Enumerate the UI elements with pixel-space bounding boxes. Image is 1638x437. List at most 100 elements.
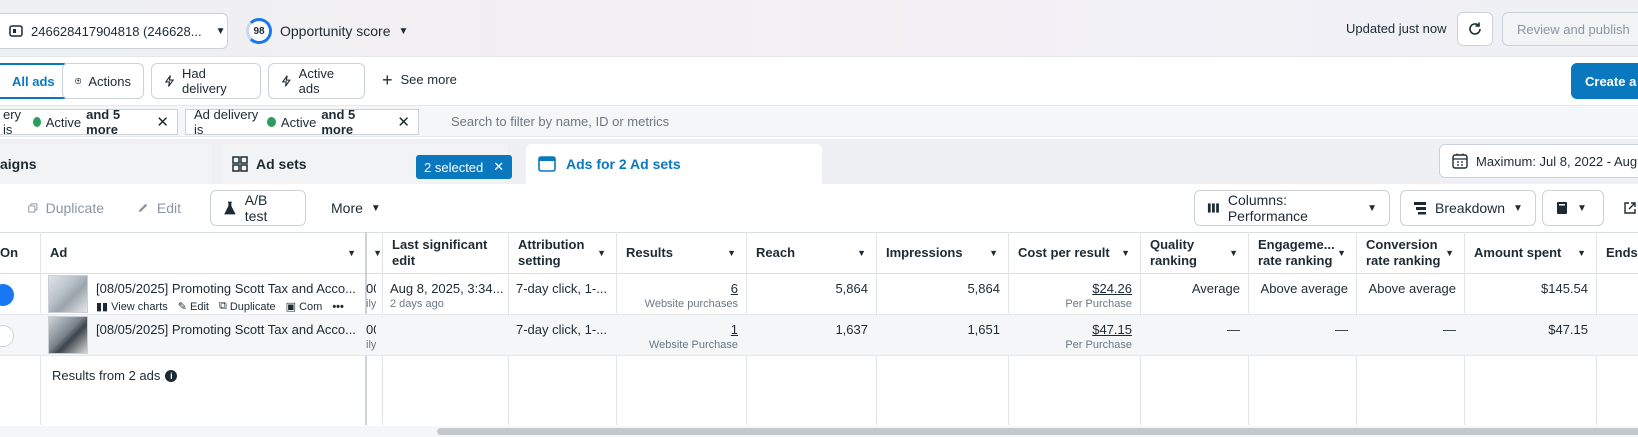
columns-button[interactable]: Columns: Performance ▼ bbox=[1194, 190, 1390, 226]
export-icon bbox=[1624, 202, 1636, 214]
active-ads-label: Active ads bbox=[298, 66, 335, 96]
create-button[interactable]: Create a bbox=[1571, 63, 1638, 99]
row-duplicate-link[interactable]: ⧉ Duplicate bbox=[219, 300, 276, 313]
ad-thumbnail[interactable] bbox=[48, 316, 88, 354]
conversion-value: — bbox=[1443, 322, 1456, 337]
see-more-button[interactable]: + See more bbox=[382, 71, 457, 89]
tab-campaigns-label: aigns bbox=[0, 156, 37, 172]
filter-chip[interactable]: ery is Active and 5 more ✕ bbox=[0, 107, 178, 137]
amount-spent-value: $145.54 bbox=[1541, 281, 1588, 296]
ad-name[interactable]: [08/05/2025] Promoting Scott Tax and Acc… bbox=[96, 281, 356, 296]
tab-ads[interactable]: Ads for 2 Ad sets bbox=[526, 144, 822, 184]
tab-campaigns[interactable]: aigns bbox=[0, 144, 212, 184]
reports-icon bbox=[1557, 202, 1567, 214]
table-row[interactable]: [08/05/2025] Promoting Scott Tax and Acc… bbox=[0, 315, 1638, 356]
col-header-results[interactable]: Results ▼ bbox=[616, 232, 746, 274]
export-button[interactable] bbox=[1610, 190, 1638, 226]
edit-button[interactable]: Edit bbox=[124, 190, 194, 226]
had-delivery-button[interactable]: Had delivery bbox=[151, 63, 261, 99]
tab-ads-label: Ads for 2 Ad sets bbox=[566, 156, 681, 172]
col-header-ad[interactable]: Ad ▼ bbox=[40, 232, 366, 274]
search-input[interactable]: Search to filter by name, ID or metrics bbox=[451, 114, 669, 129]
chevron-down-icon: ▼ bbox=[1445, 248, 1454, 258]
col-header-conversion[interactable]: Conversion rate ranking ▼ bbox=[1356, 232, 1464, 274]
close-icon[interactable]: ✕ bbox=[493, 159, 504, 175]
col-header-cost[interactable]: Cost per result ▼ bbox=[1008, 232, 1140, 274]
col-header-reach[interactable]: Reach ▼ bbox=[746, 232, 876, 274]
col-ad-label: Ad bbox=[50, 245, 68, 260]
attribution-value: 7-day click, 1-... bbox=[516, 322, 608, 337]
review-publish-button[interactable]: Review and publish bbox=[1502, 12, 1638, 46]
refresh-button[interactable] bbox=[1457, 12, 1493, 46]
col-header-attribution[interactable]: Attribution setting ▼ bbox=[508, 232, 616, 274]
account-name: 246628417904818 (246628... bbox=[31, 23, 202, 39]
date-range-picker[interactable]: Maximum: Jul 8, 2022 - Aug bbox=[1439, 144, 1638, 178]
more-icon[interactable]: ••• bbox=[332, 300, 344, 313]
col-header-quality[interactable]: Quality ranking ▼ bbox=[1140, 232, 1248, 274]
ad-toggle-on[interactable] bbox=[0, 284, 14, 306]
impressions-value: 1,651 bbox=[967, 322, 1000, 337]
all-ads-button[interactable]: All ads bbox=[0, 63, 69, 99]
account-selector[interactable]: 246628417904818 (246628... ▼ bbox=[0, 13, 228, 49]
more-label: More bbox=[331, 200, 363, 216]
col-results-label: Results bbox=[626, 245, 673, 260]
compare-label: Com bbox=[299, 300, 323, 313]
opportunity-label: Opportunity score bbox=[280, 23, 391, 39]
chip-value: Active bbox=[280, 114, 317, 130]
reports-button[interactable]: ▼ bbox=[1542, 190, 1604, 226]
columns-icon bbox=[1207, 203, 1219, 213]
refresh-icon bbox=[1469, 22, 1481, 35]
cost-value[interactable]: $47.15 bbox=[1008, 322, 1132, 337]
filter-chip[interactable]: Ad delivery is Active and 5 more ✕ bbox=[185, 107, 419, 137]
ad-name[interactable]: [08/05/2025] Promoting Scott Tax and Acc… bbox=[96, 322, 356, 337]
col-header-amount-spent[interactable]: Amount spent ▼ bbox=[1464, 232, 1596, 274]
col-header-engagement[interactable]: Engageme... rate ranking ▼ bbox=[1248, 232, 1356, 274]
col-conversion-label: Conversion rate ranking bbox=[1366, 237, 1441, 268]
ad-toggle-off[interactable] bbox=[0, 325, 14, 347]
cost-value[interactable]: $24.26 bbox=[1008, 281, 1132, 296]
chevron-down-icon: ▼ bbox=[398, 25, 409, 37]
budget-value: 00 bbox=[366, 281, 376, 296]
row-edit-link[interactable]: ✎ Edit bbox=[178, 300, 209, 314]
more-button[interactable]: More ▼ bbox=[318, 190, 394, 226]
col-attribution-label: Attribution setting bbox=[518, 237, 585, 268]
col-header-impressions[interactable]: Impressions ▼ bbox=[876, 232, 1008, 274]
row-edit-label: Edit bbox=[189, 300, 209, 313]
info-icon[interactable]: i bbox=[165, 369, 178, 382]
lightning-icon bbox=[164, 75, 175, 87]
active-ads-button[interactable]: Active ads bbox=[268, 63, 365, 99]
results-sub: Website Purchase bbox=[648, 339, 738, 351]
results-value[interactable]: 1 bbox=[616, 322, 738, 337]
close-icon[interactable]: ✕ bbox=[397, 113, 410, 131]
col-header-last-edit[interactable]: Last significant edit bbox=[382, 232, 508, 274]
horizontal-scrollbar[interactable] bbox=[437, 428, 1638, 435]
duplicate-button[interactable]: Duplicate bbox=[15, 190, 117, 226]
actions-button[interactable]: Actions bbox=[62, 63, 144, 99]
col-header-on[interactable]: On bbox=[0, 232, 40, 274]
edit-label: Edit bbox=[156, 200, 181, 216]
compare-link[interactable]: ▣ Com bbox=[286, 300, 323, 314]
actions-icon bbox=[75, 77, 82, 85]
col-quality-label: Quality ranking bbox=[1150, 237, 1197, 268]
chevron-down-icon: ▼ bbox=[1121, 248, 1130, 258]
table-row[interactable]: [08/05/2025] Promoting Scott Tax and Acc… bbox=[0, 274, 1638, 315]
reach-value: 1,637 bbox=[835, 322, 868, 337]
results-value[interactable]: 6 bbox=[616, 281, 738, 296]
chevron-down-icon: ▼ bbox=[215, 25, 226, 37]
chip-more: and 5 more bbox=[321, 107, 356, 137]
results-sub: Website purchases bbox=[644, 298, 738, 310]
chevron-down-icon: ▼ bbox=[1367, 202, 1377, 214]
selected-badge[interactable]: 2 selected ✕ bbox=[416, 155, 513, 179]
ab-test-button[interactable]: A/B test bbox=[210, 190, 306, 226]
opportunity-score[interactable]: 98 Opportunity score ▼ bbox=[246, 16, 408, 46]
status-dot bbox=[267, 117, 276, 127]
breakdown-button[interactable]: Breakdown ▼ bbox=[1400, 190, 1536, 226]
chevron-down-icon: ▼ bbox=[373, 248, 382, 258]
view-charts-link[interactable]: ▮▮ View charts bbox=[96, 300, 168, 314]
col-reach-label: Reach bbox=[756, 245, 796, 260]
col-header-ends[interactable]: Ends bbox=[1596, 232, 1638, 274]
col-amount-spent-label: Amount spent bbox=[1474, 245, 1562, 260]
ad-thumbnail[interactable] bbox=[48, 275, 88, 313]
close-icon[interactable]: ✕ bbox=[156, 113, 169, 131]
reach-value: 5,864 bbox=[835, 281, 868, 296]
